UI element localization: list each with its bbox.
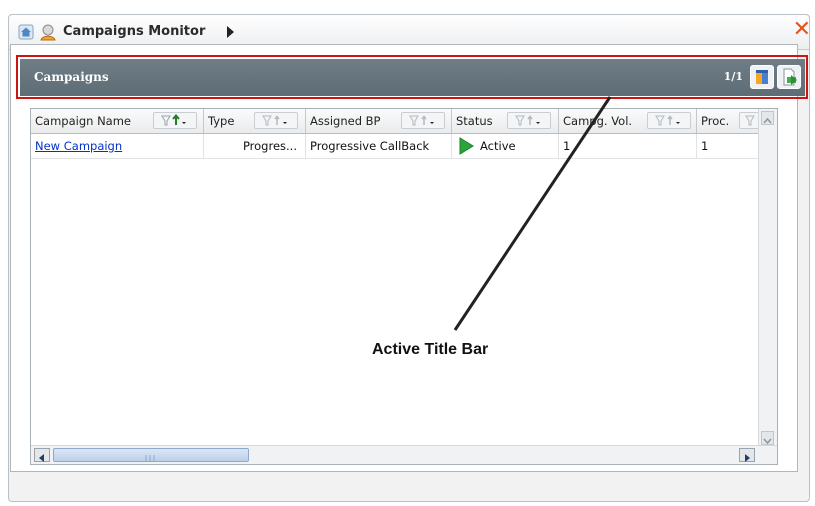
callout-pointer-line — [453, 96, 612, 331]
callout-label: Active Title Bar — [372, 341, 489, 358]
